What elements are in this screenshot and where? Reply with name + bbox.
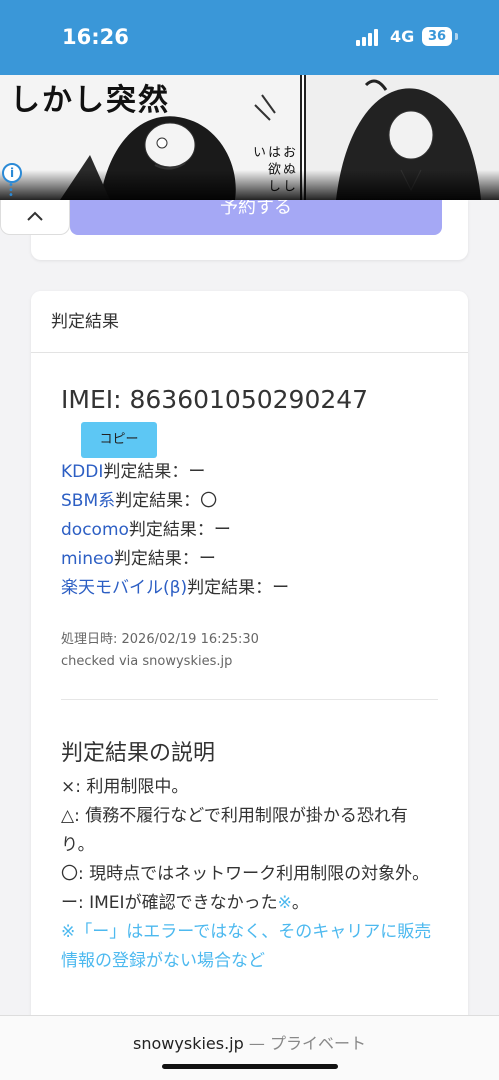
result-value: ー [272, 578, 290, 598]
result-label: 判定結果： [187, 578, 273, 598]
ad-fade [0, 170, 499, 200]
ad-more-icon[interactable]: • • • [8, 181, 14, 201]
explanation-line: 〇: 現時点ではネットワーク利用制限の対象外。 [61, 864, 430, 884]
network-type: 4G [390, 27, 415, 46]
carrier-results: KDDI判定結果：ー SBM系判定結果：〇 docomo判定結果：ー mineo… [61, 458, 438, 603]
result-label: 判定結果： [103, 462, 189, 482]
explanation-title: 判定結果の説明 [61, 741, 216, 766]
carrier-link[interactable]: mineo [61, 549, 114, 569]
cellular-signal-icon [356, 28, 382, 46]
result-row-docomo: docomo判定結果：ー [61, 516, 438, 545]
result-card-header: 判定結果 [31, 291, 468, 353]
home-indicator[interactable] [162, 1064, 338, 1069]
url-display[interactable]: snowyskies.jp — プライベート [0, 1030, 499, 1054]
status-bar: 16:26 4G 36 [0, 0, 499, 75]
result-row-mineo: mineo判定結果：ー [61, 545, 438, 574]
result-label: 判定結果： [113, 549, 199, 569]
imei-label: IMEI: [61, 385, 130, 414]
carrier-link[interactable]: SBM系 [61, 491, 115, 511]
result-row-rakuten: 楽天モバイル(β)判定結果：ー [61, 574, 438, 603]
processed-at: 処理日時: 2026/02/19 16:25:30 [61, 632, 259, 647]
browser-bottom-bar[interactable]: snowyskies.jp — プライベート [0, 1015, 499, 1080]
url-separator: — [243, 1034, 270, 1053]
private-mode-label: プライベート [269, 1034, 366, 1053]
checked-via: checked via snowyskies.jp [61, 654, 233, 669]
reserve-button[interactable]: 予約する [70, 200, 442, 235]
explanation-text: ×: 利用制限中。 △: 債務不履行などで利用制限が掛かる恐れ有り。 〇: 現時… [61, 773, 438, 976]
explanation-note: ※「ー」はエラーではなく、そのキャリアに販売情報の登録がない場合など [61, 922, 432, 971]
result-card-body: IMEI: 863601050290247 コピー KDDI判定結果：ー SBM… [31, 353, 468, 976]
divider [61, 699, 438, 700]
explanation-line: ×: 利用制限中。 [61, 777, 189, 797]
result-value: ー [198, 549, 216, 569]
carrier-link[interactable]: 楽天モバイル(β) [61, 578, 187, 598]
result-card: 判定結果 IMEI: 863601050290247 コピー KDDI判定結果：… [31, 291, 468, 1051]
result-value: ー [188, 462, 206, 482]
copy-button[interactable]: コピー [81, 422, 157, 458]
result-label: 判定結果： [115, 491, 201, 511]
battery-icon: 36 [422, 27, 452, 46]
note-mark[interactable]: ※ [278, 893, 292, 913]
processed-meta: 処理日時: 2026/02/19 16:25:30 checked via sn… [61, 629, 438, 673]
result-row-sbm: SBM系判定結果：〇 [61, 487, 438, 516]
status-time: 16:26 [62, 25, 129, 49]
dash-end: 。 [291, 893, 309, 913]
result-label: 判定結果： [128, 520, 214, 540]
imei-value: 863601050290247 [129, 385, 369, 414]
carrier-link[interactable]: docomo [61, 520, 129, 540]
dash-text: ー: IMEIが確認できなかった [61, 893, 278, 913]
explanation-line: △: 債務不履行などで利用制限が掛かる恐れ有り。 [61, 806, 408, 855]
result-row-kddi: KDDI判定結果：ー [61, 458, 438, 487]
result-value: ー [213, 520, 231, 540]
battery-tip [455, 33, 458, 40]
collapse-ad-button[interactable] [0, 200, 70, 235]
imei-line: IMEI: 863601050290247 [61, 385, 438, 414]
explanation-line-dash: ー: IMEIが確認できなかった※。 [61, 889, 438, 918]
carrier-link[interactable]: KDDI [61, 462, 103, 482]
result-value: 〇 [200, 491, 218, 511]
chevron-up-icon [27, 211, 43, 221]
ad-banner[interactable]: しかし突然 お ぬ し は 欲 し い [0, 75, 499, 200]
url-domain: snowyskies.jp [133, 1034, 244, 1053]
